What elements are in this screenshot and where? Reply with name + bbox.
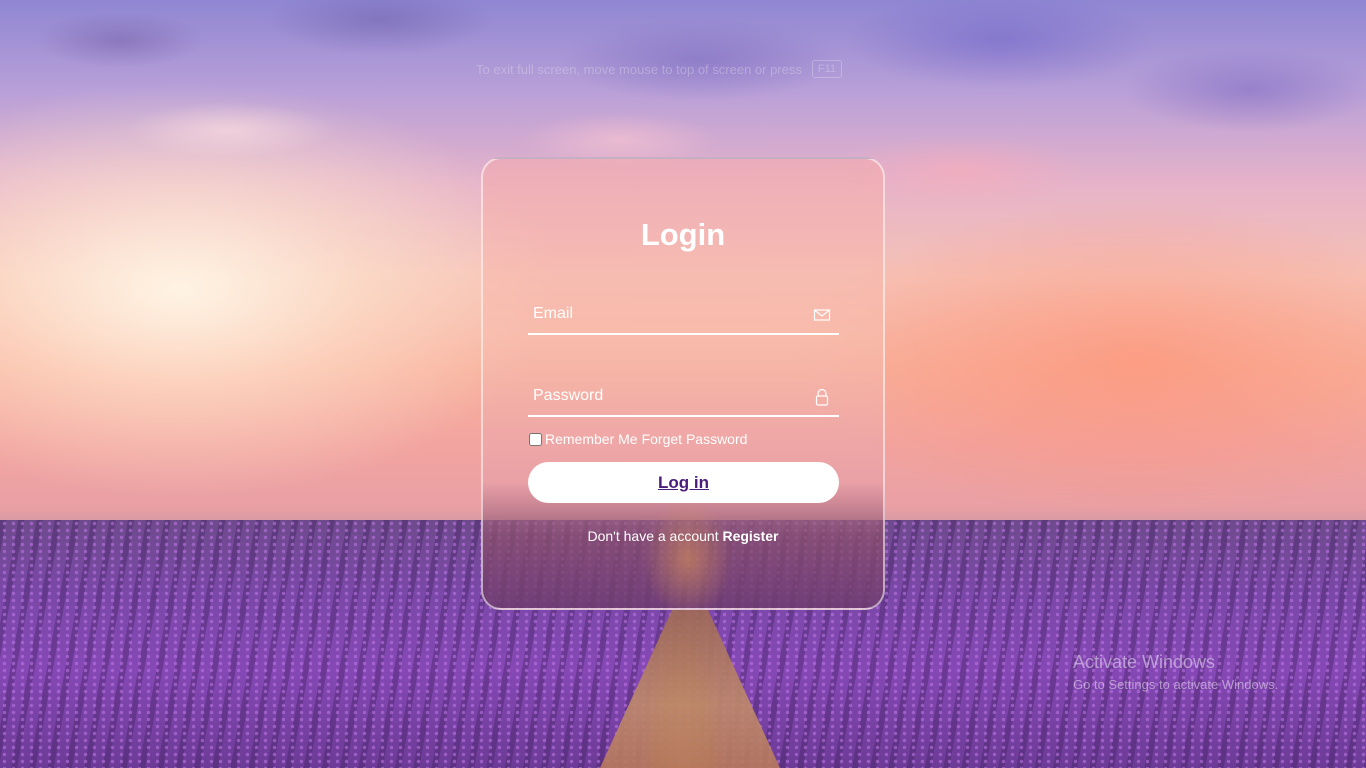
remember-row: Remember Me Forget Password [529, 431, 747, 447]
email-field-row [528, 293, 839, 335]
email-input[interactable] [528, 293, 808, 333]
no-account-text: Don't have a account [587, 528, 719, 544]
login-button-label: Log in [658, 472, 709, 492]
password-field-row [528, 375, 839, 417]
fullscreen-hint-key: F11 [811, 60, 843, 78]
login-button[interactable]: Log in [528, 462, 839, 503]
remember-me-label: Remember Me [545, 431, 638, 447]
register-line: Don't have a account Register [483, 528, 883, 544]
activate-windows-title: Activate Windows [1073, 652, 1216, 672]
activate-windows-watermark: Activate Windows Go to Settings to activ… [1073, 652, 1278, 692]
fullscreen-hint: To exit full screen, move mouse to top o… [476, 60, 843, 78]
remember-me-checkbox[interactable] [529, 432, 542, 446]
password-input[interactable] [528, 375, 808, 415]
register-link[interactable]: Register [722, 528, 778, 544]
background-scene: To exit full screen, move mouse to top o… [0, 0, 1366, 768]
login-title: Login [640, 217, 726, 252]
card-glow [643, 499, 733, 608]
login-card: Login Remember Me Forget Password Log in [481, 157, 885, 610]
envelope-icon [813, 309, 831, 321]
forget-password-link[interactable]: Forget Password [642, 431, 748, 447]
lock-icon [815, 388, 829, 406]
activate-windows-subtitle: Go to Settings to activate Windows. [1073, 677, 1279, 692]
fullscreen-hint-text: To exit full screen, move mouse to top o… [476, 61, 802, 77]
